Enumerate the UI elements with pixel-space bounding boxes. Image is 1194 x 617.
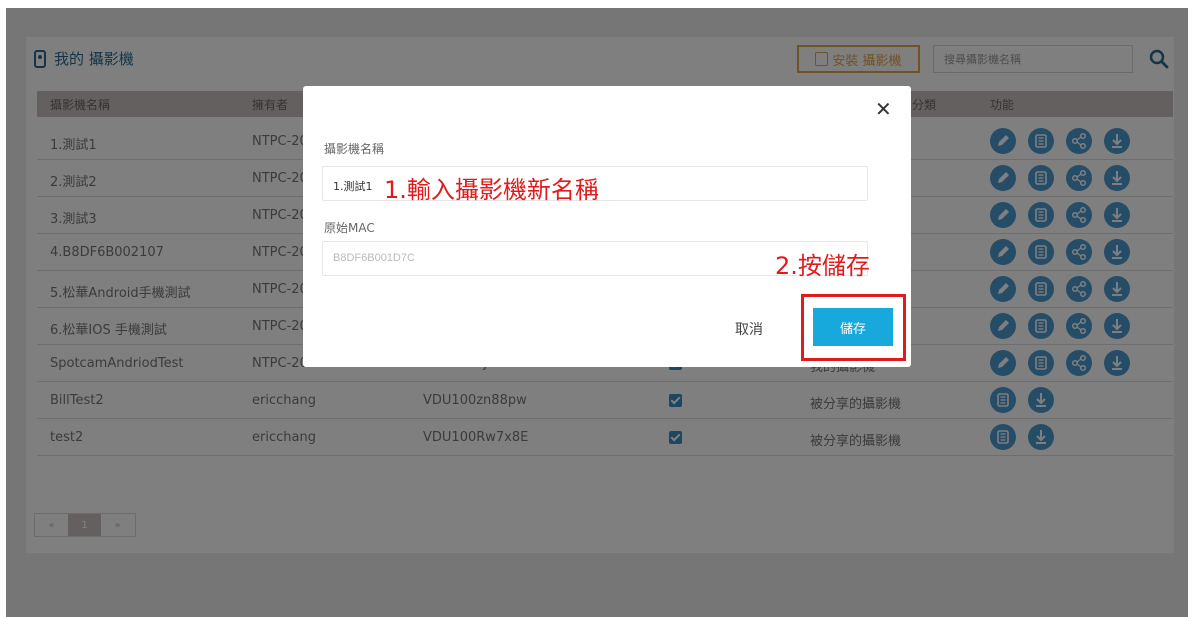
- mac-value: B8DF6B001D7C: [333, 252, 415, 264]
- camera-name-value: 1.測試1: [333, 180, 373, 193]
- annotation-step-2: 2.按儲存: [775, 252, 870, 280]
- mac-label: 原始MAC: [324, 221, 375, 235]
- cancel-button[interactable]: 取消: [735, 319, 763, 339]
- close-icon[interactable]: ✕: [875, 97, 892, 121]
- save-button[interactable]: 儲存: [813, 308, 893, 346]
- camera-name-label: 攝影機名稱: [324, 142, 385, 156]
- annotation-step-1: 1.輸入攝影機新名稱: [384, 176, 599, 204]
